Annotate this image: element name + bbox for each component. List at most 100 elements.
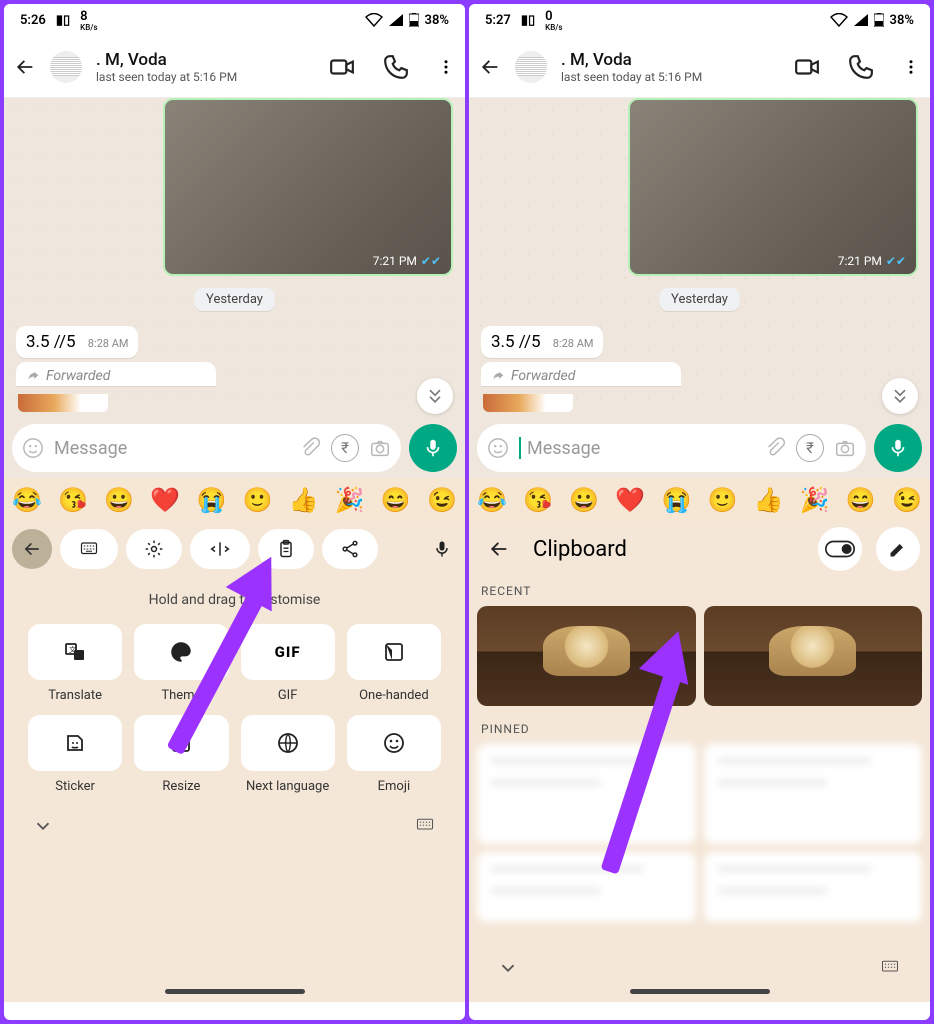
card-icon: ▮▯	[56, 13, 70, 28]
recent-section-label: RECENT	[469, 576, 930, 606]
emoji-item[interactable]: 😂	[12, 486, 42, 514]
keyboard-layout-button[interactable]	[60, 529, 118, 569]
keyboard-mode-icon[interactable]	[413, 817, 437, 835]
grid-item-sticker[interactable]: Sticker	[28, 715, 122, 794]
camera-icon[interactable]	[369, 437, 391, 459]
back-icon[interactable]	[14, 56, 36, 78]
grid-item-next-language[interactable]: Next language	[241, 715, 335, 794]
grid-label: GIF	[278, 688, 298, 703]
attach-icon[interactable]	[299, 437, 321, 459]
avatar[interactable]	[515, 51, 547, 83]
payment-icon[interactable]: ₹	[796, 434, 824, 462]
grid-item-translate[interactable]: 文 Translate	[28, 624, 122, 703]
emoji-item[interactable]: 👍	[289, 486, 319, 514]
clipboard-text-item[interactable]	[704, 744, 923, 844]
share-button[interactable]	[322, 529, 378, 569]
video-call-icon[interactable]	[329, 54, 355, 80]
grid-label: Resize	[162, 779, 200, 794]
read-ticks-icon: ✔✔	[421, 254, 441, 268]
emoji-item[interactable]: 🎉	[335, 486, 365, 514]
grid-label: Translate	[48, 688, 102, 703]
clipboard-text-item[interactable]	[477, 852, 696, 922]
message-input[interactable]: Message ₹	[12, 424, 401, 472]
emoji-item[interactable]: 🎉	[800, 486, 830, 514]
attach-icon[interactable]	[764, 437, 786, 459]
date-chip: Yesterday	[659, 288, 740, 311]
grid-item-emoji[interactable]: Emoji	[347, 715, 441, 794]
signal-icon	[389, 14, 403, 26]
emoji-item[interactable]: 😘	[523, 486, 553, 514]
svg-text:文: 文	[69, 645, 76, 654]
battery-percent: 38%	[425, 13, 449, 28]
emoji-item[interactable]: 😀	[104, 486, 134, 514]
clipboard-text-item[interactable]	[477, 744, 696, 844]
message-input[interactable]: Message ₹	[477, 424, 866, 472]
forwarded-message[interactable]: Forwarded	[16, 362, 216, 386]
card-icon: ▮▯	[521, 13, 535, 28]
nav-pill[interactable]	[630, 989, 770, 994]
camera-icon[interactable]	[834, 437, 856, 459]
chat-body[interactable]: 7:21 PM ✔✔ Yesterday 3.5 //5 8:28 AM For…	[469, 98, 930, 418]
clipboard-toggle[interactable]	[818, 527, 862, 571]
voice-call-icon[interactable]	[848, 54, 874, 80]
emoji-item[interactable]: 😄	[846, 486, 876, 514]
emoji-item[interactable]: 🙂	[243, 486, 273, 514]
mic-button[interactable]	[874, 424, 922, 472]
emoji-icon[interactable]	[22, 437, 44, 459]
sent-image-message[interactable]: 7:21 PM ✔✔	[628, 98, 918, 276]
emoji-item[interactable]: 😉	[427, 486, 457, 514]
signal-icon	[854, 14, 868, 26]
emoji-item[interactable]: 😭	[661, 486, 691, 514]
emoji-icon[interactable]	[487, 437, 509, 459]
emoji-item[interactable]: 🙂	[708, 486, 738, 514]
voice-call-icon[interactable]	[383, 54, 409, 80]
clipboard-edit-button[interactable]	[876, 527, 920, 571]
payment-icon[interactable]: ₹	[331, 434, 359, 462]
status-bar: 5:26 ▮▯ 8 KB/s 38%	[4, 4, 465, 36]
keyboard-bottom-row	[469, 948, 930, 988]
back-icon[interactable]	[479, 56, 501, 78]
forwarded-image-preview	[483, 394, 573, 412]
message-input-bar: Message ₹	[4, 418, 465, 478]
keyboard-back-button[interactable]	[12, 529, 52, 569]
clipboard-header: Clipboard	[469, 522, 930, 576]
date-chip: Yesterday	[194, 288, 275, 311]
avatar[interactable]	[50, 51, 82, 83]
sent-image-message[interactable]: 7:21 PM ✔✔	[163, 98, 453, 276]
chat-title-block[interactable]: . M, Voda last seen today at 5:16 PM	[561, 50, 766, 84]
grid-item-gif[interactable]: GIF GIF	[241, 624, 335, 703]
video-call-icon[interactable]	[794, 54, 820, 80]
emoji-item[interactable]: 😭	[196, 486, 226, 514]
emoji-item[interactable]: 👍	[754, 486, 784, 514]
received-message[interactable]: 3.5 //5 8:28 AM	[16, 326, 138, 358]
scroll-to-bottom-button[interactable]	[417, 378, 453, 414]
clipboard-image-item[interactable]	[704, 606, 923, 706]
collapse-icon[interactable]	[32, 815, 54, 837]
nav-pill[interactable]	[165, 989, 305, 994]
mic-button[interactable]	[409, 424, 457, 472]
emoji-item[interactable]: 😄	[381, 486, 411, 514]
emoji-item[interactable]: 😘	[58, 486, 88, 514]
scroll-to-bottom-button[interactable]	[882, 378, 918, 414]
voice-typing-button[interactable]	[427, 534, 457, 564]
clipboard-panel: Clipboard RECENT PINNED	[469, 522, 930, 1002]
received-message[interactable]: 3.5 //5 8:28 AM	[481, 326, 603, 358]
emoji-item[interactable]: 😀	[569, 486, 599, 514]
emoji-item[interactable]: 😂	[477, 486, 507, 514]
more-icon[interactable]	[437, 54, 455, 80]
network-speed: 0 KB/s	[545, 9, 562, 32]
grid-item-one-handed[interactable]: One-handed	[347, 624, 441, 703]
clipboard-back-button[interactable]	[479, 529, 519, 569]
emoji-item[interactable]: ❤️	[615, 486, 645, 514]
keyboard-mode-icon[interactable]	[878, 959, 902, 977]
chat-title-block[interactable]: . M, Voda last seen today at 5:16 PM	[96, 50, 301, 84]
emoji-item[interactable]: ❤️	[150, 486, 180, 514]
chat-body[interactable]: 7:21 PM ✔✔ Yesterday 3.5 //5 8:28 AM For…	[4, 98, 465, 418]
emoji-item[interactable]: 😉	[892, 486, 922, 514]
keyboard-settings-button[interactable]	[126, 529, 182, 569]
forwarded-message[interactable]: Forwarded	[481, 362, 681, 386]
collapse-icon[interactable]	[497, 957, 519, 979]
chat-name: . M, Voda	[96, 50, 301, 70]
more-icon[interactable]	[902, 54, 920, 80]
clipboard-text-item[interactable]	[704, 852, 923, 922]
